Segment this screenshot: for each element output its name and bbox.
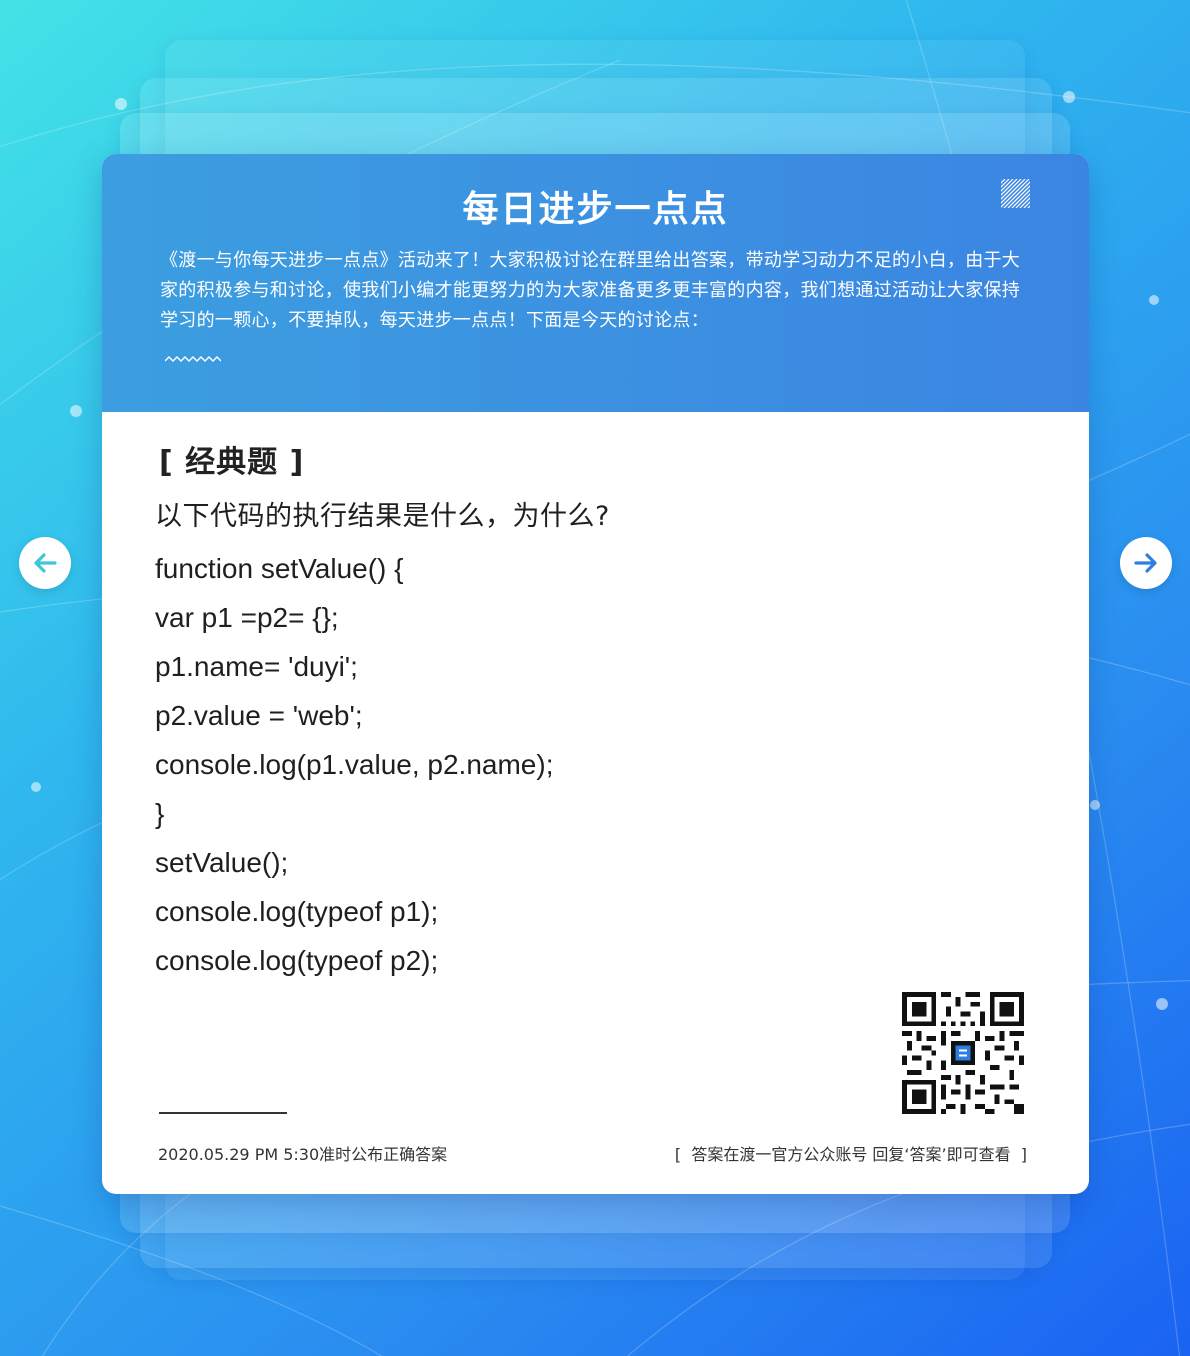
code-line: setValue(); xyxy=(155,847,289,878)
daily-question-card: 每日进步一点点 《渡一与你每天进步一点点》活动来了！大家积极讨论在群里给出答案，… xyxy=(102,154,1089,1194)
publish-time: 2020.05.29 PM 5:30准时公布正确答案 xyxy=(158,1145,448,1164)
code-line: console.log(typeof p2); xyxy=(155,945,439,976)
code-line: } xyxy=(155,798,165,829)
question-prompt: 以下代码的执行结果是什么，为什么? xyxy=(155,501,610,532)
code-line: console.log(p1.value, p2.name); xyxy=(155,749,554,780)
code-block: function setValue() { var p1 =p2= {}; p1… xyxy=(155,544,553,985)
card-description: 《渡一与你每天进步一点点》活动来了！大家积极讨论在群里给出答案，带动学习动力不足… xyxy=(160,250,1021,331)
qr-code xyxy=(902,992,1024,1114)
prev-button[interactable] xyxy=(19,537,71,589)
stripe-pattern-icon xyxy=(1001,179,1030,208)
code-line: console.log(typeof p1); xyxy=(155,896,439,927)
code-line: var p1 =p2= {}; xyxy=(155,602,339,633)
code-line: p2.value = 'web'; xyxy=(155,700,363,731)
next-button[interactable] xyxy=(1120,537,1172,589)
code-line: p1.name= 'duyi'; xyxy=(155,651,358,682)
footer-divider xyxy=(159,1112,287,1114)
zigzag-decoration-icon xyxy=(165,356,221,362)
question-tag: [ 经典题 ] xyxy=(159,445,305,480)
card-title: 每日进步一点点 xyxy=(462,189,729,230)
arrow-right-icon xyxy=(1134,553,1157,573)
arrow-left-icon xyxy=(34,553,57,573)
answer-hint: [ 答案在渡一官方公众账号 回复‘答案’即可查看 ] xyxy=(674,1145,1027,1164)
card-header: 每日进步一点点 《渡一与你每天进步一点点》活动来了！大家积极讨论在群里给出答案，… xyxy=(102,154,1089,412)
code-line: function setValue() { xyxy=(155,553,404,584)
